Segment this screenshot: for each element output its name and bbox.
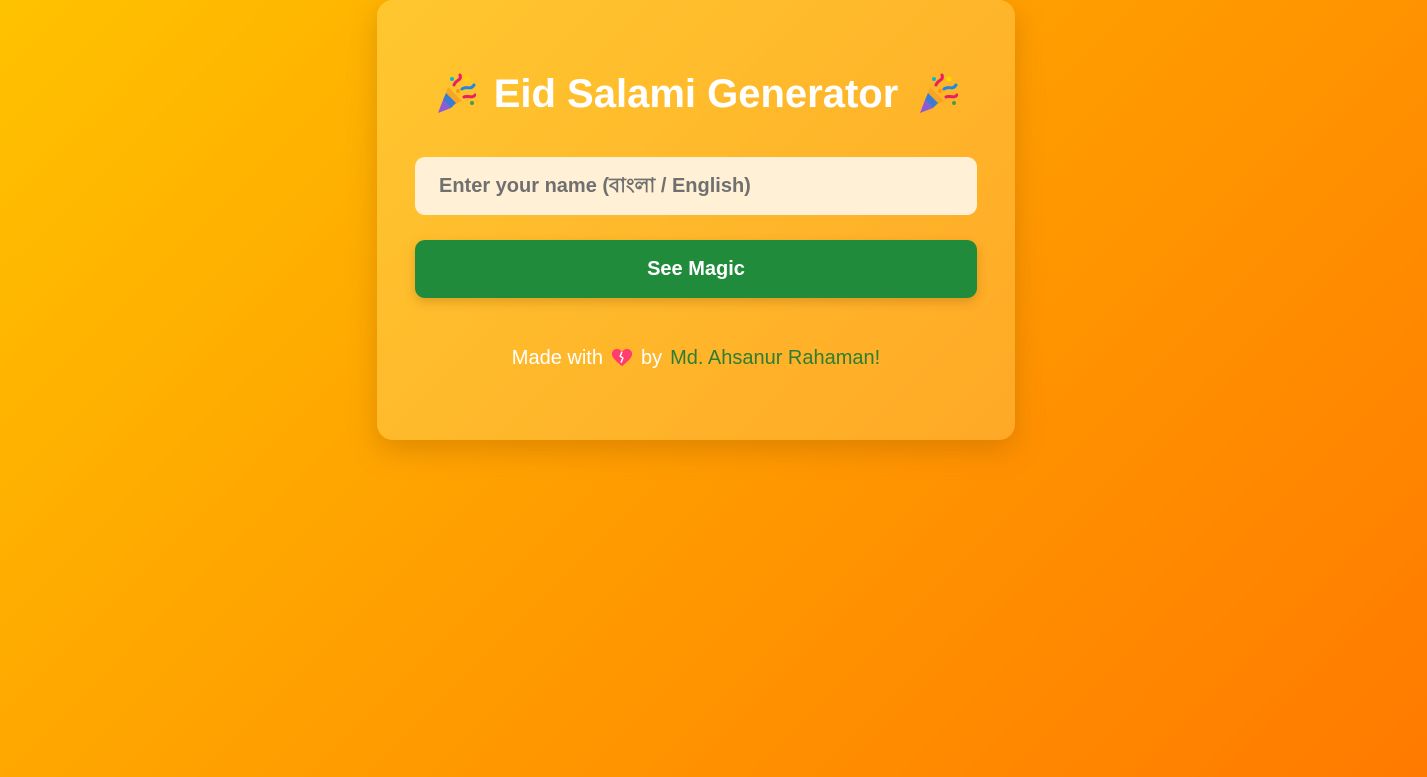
party-popper-icon [920, 73, 959, 113]
page-title: Eid Salami Generator [493, 72, 899, 116]
see-magic-button[interactable]: See Magic [415, 240, 977, 298]
footer-by: by [640, 346, 663, 369]
salami-card: Eid Salami Generator See Magic Made with… [377, 0, 1015, 440]
footer-prefix: Made with [511, 346, 603, 369]
author-link[interactable]: Md. Ahsanur Rahaman! [670, 347, 880, 370]
party-popper-icon [437, 73, 476, 113]
footer-credit: Made with by Md. Ahsanur Rahaman! [377, 344, 1015, 372]
heart-icon [611, 348, 633, 367]
title-row: Eid Salami Generator [377, 70, 1015, 118]
name-input[interactable] [415, 157, 977, 215]
